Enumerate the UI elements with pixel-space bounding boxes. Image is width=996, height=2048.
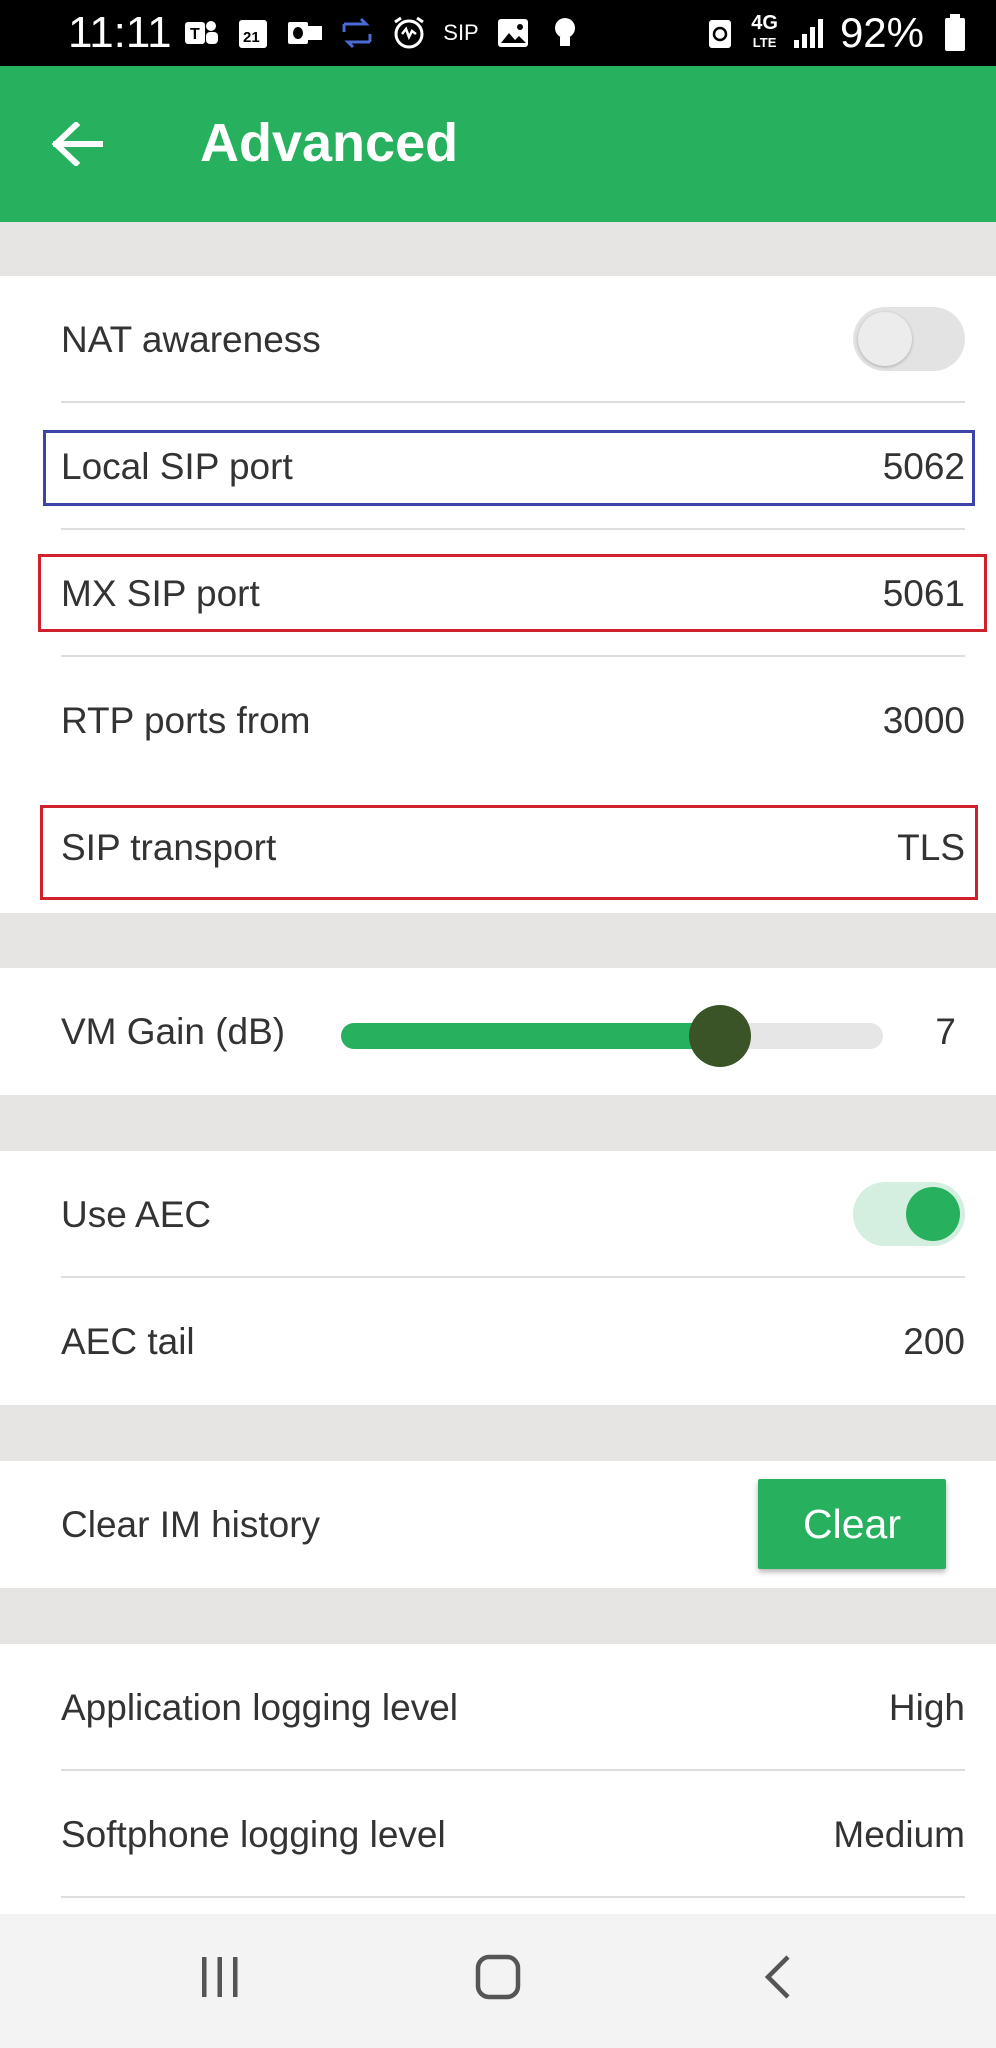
- network-type: 4G LTE: [751, 12, 778, 50]
- sip-icon: SIP: [443, 20, 479, 45]
- status-time: 11:11: [68, 8, 172, 57]
- arrow-back-icon: [51, 120, 104, 171]
- svg-text:T: T: [190, 26, 200, 43]
- status-bar: 11:11 T 21 SIP 4G LTE 92%: [0, 0, 996, 66]
- sip-transport-highlight: [40, 805, 978, 900]
- rtp-ports-value: 3000: [882, 700, 965, 741]
- battery-icon: [936, 14, 974, 52]
- use-aec-row[interactable]: Use AEC: [0, 1151, 996, 1278]
- notification-icons: T 21 SIP: [182, 12, 584, 54]
- battery-percent: 92%: [839, 9, 924, 56]
- nat-awareness-label: NAT awareness: [61, 319, 321, 360]
- sync-icon: [338, 14, 376, 52]
- audio-gain-group: VM Gain (dB) 7: [0, 968, 996, 1095]
- mx-sip-port-highlight: [38, 554, 987, 632]
- aec-tail-value: 200: [903, 1321, 965, 1362]
- recent-apps-button[interactable]: [160, 1934, 280, 2024]
- aec-group: Use AEC AEC tail 200: [0, 1151, 996, 1405]
- outlook-icon: [286, 14, 324, 52]
- system-nav-bar: [0, 1914, 996, 2048]
- im-group: Clear IM history Clear: [0, 1461, 996, 1588]
- vm-gain-value: 7: [935, 1011, 956, 1052]
- app-bar: Advanced: [0, 66, 996, 222]
- vm-gain-slider[interactable]: [341, 1023, 883, 1049]
- calendar-icon: 21: [234, 14, 272, 52]
- use-aec-label: Use AEC: [61, 1194, 212, 1235]
- vm-gain-row: VM Gain (dB) 7: [0, 968, 996, 1095]
- softphone-logging-label: Softphone logging level: [61, 1814, 446, 1855]
- softphone-logging-row[interactable]: Softphone logging level Medium: [0, 1771, 996, 1898]
- app-logging-value: High: [888, 1687, 965, 1728]
- rtp-ports-row[interactable]: RTP ports from 3000: [0, 657, 996, 784]
- home-icon: [474, 1953, 522, 2006]
- vm-gain-slider-thumb[interactable]: [689, 1005, 752, 1067]
- local-sip-port-highlight: [43, 430, 975, 506]
- clear-button[interactable]: Clear: [758, 1479, 946, 1569]
- app-logging-label: Application logging level: [61, 1687, 458, 1728]
- back-button[interactable]: [38, 106, 118, 186]
- image-icon: [494, 14, 532, 52]
- signal-icon: [790, 14, 828, 52]
- page-title: Advanced: [200, 113, 459, 173]
- nat-awareness-toggle[interactable]: [853, 307, 965, 371]
- alarm-icon: [390, 14, 428, 52]
- rtp-ports-label: RTP ports from: [61, 700, 311, 741]
- vm-gain-slider-fill: [341, 1023, 721, 1049]
- bulb-icon: [546, 14, 584, 52]
- clear-im-row: Clear IM history Clear: [0, 1461, 996, 1588]
- system-indicators: 4G LTE 92%: [701, 8, 974, 58]
- back-nav-button[interactable]: [718, 1934, 838, 2024]
- nat-awareness-row[interactable]: NAT awareness: [0, 276, 996, 403]
- aec-tail-row[interactable]: AEC tail 200: [0, 1278, 996, 1405]
- clear-im-label: Clear IM history: [61, 1504, 321, 1545]
- teams-icon: T: [182, 14, 220, 52]
- logging-group: Application logging level High Softphone…: [0, 1644, 996, 1914]
- home-button[interactable]: [438, 1934, 558, 2024]
- svg-text:21: 21: [243, 29, 260, 46]
- vm-gain-label: VM Gain (dB): [61, 1011, 286, 1052]
- data-saver-icon: [701, 14, 739, 52]
- recent-apps-icon: [198, 1955, 242, 2004]
- app-logging-row[interactable]: Application logging level High: [0, 1644, 996, 1771]
- softphone-logging-value: Medium: [833, 1814, 965, 1855]
- use-aec-toggle[interactable]: [853, 1182, 965, 1246]
- back-nav-icon: [762, 1953, 794, 2006]
- aec-tail-label: AEC tail: [61, 1321, 195, 1362]
